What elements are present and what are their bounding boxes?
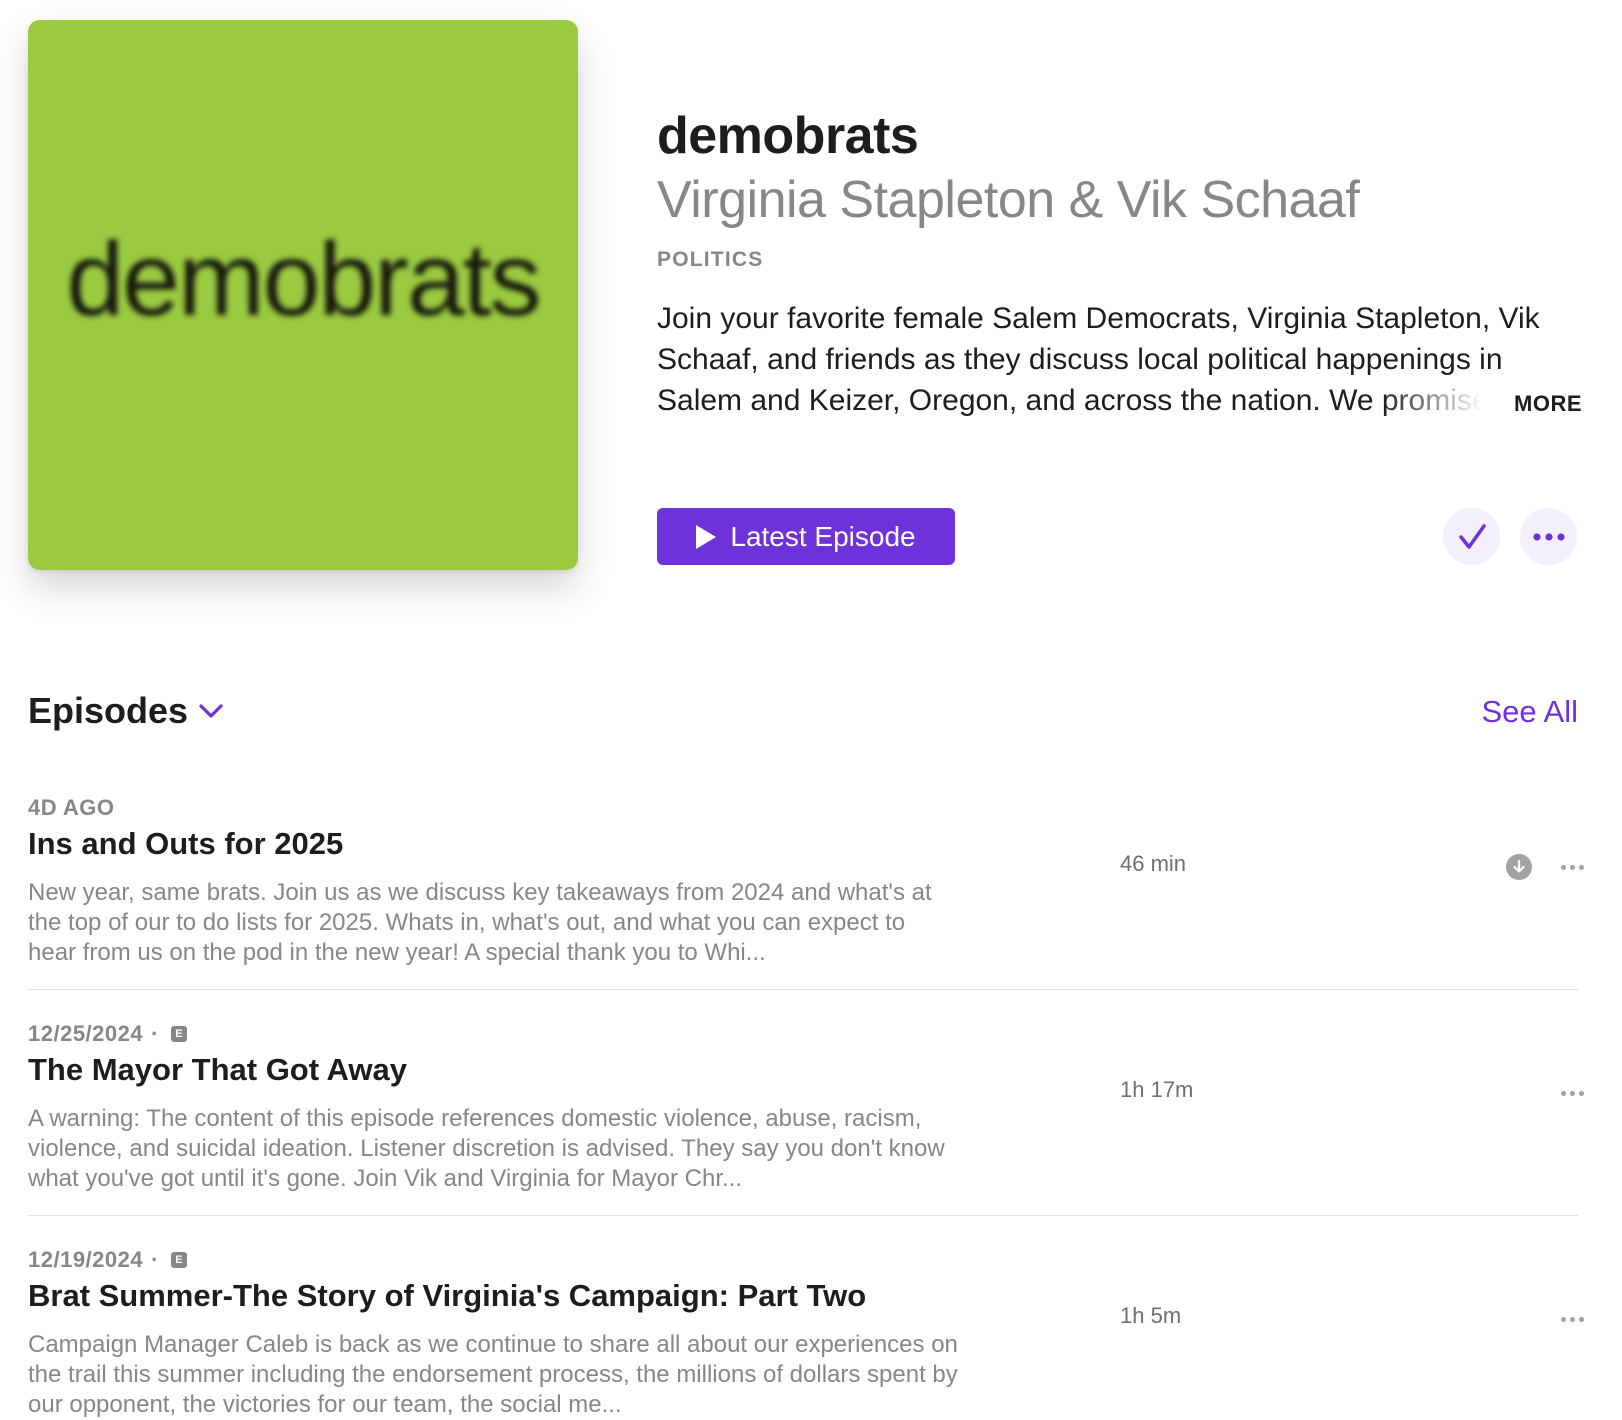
podcast-description: Join your favorite female Salem Democrat… [657, 298, 1582, 424]
download-arrow-icon [1513, 859, 1525, 873]
episode-more-button[interactable] [1558, 1306, 1586, 1332]
meta-separator: · [151, 1021, 159, 1046]
episode-duration: 46 min [1120, 851, 1187, 876]
episode-description: New year, same brats. Join us as we disc… [28, 879, 932, 966]
explicit-badge: E [170, 1252, 187, 1268]
checkmark-icon [1458, 523, 1486, 549]
episode-duration: 1h 17m [1120, 1077, 1194, 1102]
podcast-category[interactable]: POLITICS [657, 248, 1582, 272]
episode-meta: 12/25/2024 · E [28, 1020, 187, 1048]
podcast-info: demobrats Virginia Stapleton & Vik Schaa… [657, 104, 1582, 424]
follow-button[interactable] [1443, 508, 1500, 565]
episode-title[interactable]: The Mayor That Got Away [28, 1052, 407, 1088]
meta-separator: · [151, 1247, 159, 1272]
ellipsis-icon [1532, 532, 1565, 541]
see-all-link[interactable]: See All [1481, 694, 1578, 730]
episodes-filter-dropdown[interactable]: Episodes [28, 690, 224, 732]
more-button[interactable]: MORE [1514, 391, 1582, 417]
episodes-title: Episodes [28, 690, 189, 731]
episode-date: 12/19/2024 [28, 1247, 144, 1272]
episode-description: A warning: The content of this episode r… [28, 1105, 945, 1192]
ellipsis-icon [1560, 864, 1566, 870]
episode-more-button[interactable] [1558, 1080, 1586, 1106]
ellipsis-icon [1560, 1090, 1566, 1096]
episode-row[interactable]: 12/19/2024 · E Brat Summer-The Story of … [28, 1246, 1584, 1418]
download-button[interactable] [1506, 854, 1532, 880]
ellipsis-icon [1560, 1316, 1566, 1322]
episode-title[interactable]: Brat Summer-The Story of Virginia's Camp… [28, 1278, 866, 1314]
latest-episode-label: Latest Episode [730, 520, 916, 552]
chevron-down-icon [199, 704, 223, 718]
episode-row[interactable]: 4D AGO Ins and Outs for 2025 New year, s… [28, 794, 1584, 990]
episode-row[interactable]: 12/25/2024 · E The Mayor That Got Away A… [28, 1020, 1584, 1216]
episode-duration: 1h 5m [1120, 1303, 1182, 1328]
podcast-artwork: demobrats [28, 20, 578, 570]
episode-more-button[interactable] [1558, 854, 1586, 880]
episode-title[interactable]: Ins and Outs for 2025 [28, 826, 343, 862]
latest-episode-button[interactable]: Latest Episode [657, 508, 955, 565]
play-icon [696, 524, 717, 549]
podcast-author[interactable]: Virginia Stapleton & Vik Schaaf [657, 168, 1582, 232]
description-more-fade: MORE [1382, 383, 1582, 424]
episode-meta: 4D AGO [28, 794, 115, 822]
episodes-header: Episodes See All [28, 690, 1578, 746]
podcast-title: demobrats [657, 107, 919, 165]
explicit-badge: E [170, 1026, 187, 1042]
episode-date: 12/25/2024 [28, 1021, 144, 1046]
podcast-more-button[interactable] [1520, 508, 1577, 565]
episode-date: 4D AGO [28, 795, 115, 820]
episode-meta: 12/19/2024 · E [28, 1246, 187, 1274]
episode-description: Campaign Manager Caleb is back as we con… [28, 1331, 958, 1418]
artwork-logo-text: demobrats [66, 221, 541, 338]
